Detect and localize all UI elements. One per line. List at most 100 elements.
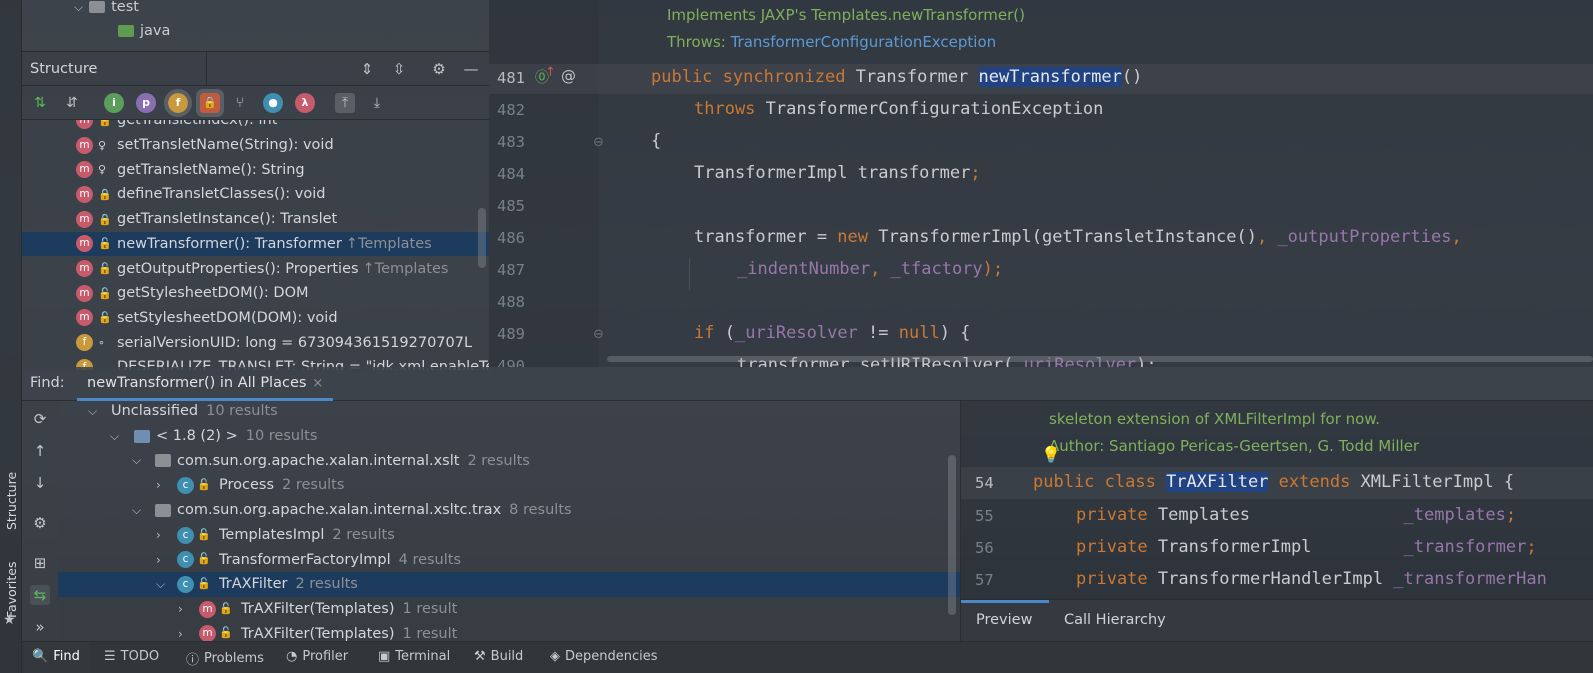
folder-icon: [89, 1, 106, 13]
result-count: 1 result: [402, 625, 458, 641]
method-icon: m: [76, 210, 93, 228]
code-editor[interactable]: Implements JAXP's Templates.newTransform…: [489, 0, 1593, 367]
tree-row[interactable]: ⌵ com.sun.org.apache.xalan.internal.xslt…: [58, 498, 960, 523]
code-line-482: throws TransformerConfigurationException: [694, 99, 1104, 119]
method-icon: m: [76, 185, 93, 203]
gear-icon[interactable]: ⚙: [430, 60, 448, 78]
tree-row[interactable]: ⌵ < 1.8 (2) > 10 results: [58, 424, 960, 449]
public-visibility-icon: 🔓: [98, 120, 112, 127]
private-visibility-icon: 🔒: [98, 187, 112, 201]
list-item-selected[interactable]: m 🔓 newTransformer(): Transformer ↑Templa…: [22, 231, 489, 257]
chevron-down-icon: ⌵: [88, 403, 98, 418]
search-highlight: newTransformer: [978, 67, 1122, 87]
sort-visibility-icon[interactable]: ⇅: [30, 93, 50, 113]
lightbulb-icon[interactable]: 💡: [1041, 445, 1061, 464]
chevron-down-icon: ⌵: [156, 576, 166, 591]
chevron-right-icon: ›: [178, 601, 183, 616]
bottom-tab-find[interactable]: 🔍 Find: [24, 642, 90, 673]
structure-side-tab[interactable]: Structure: [0, 440, 22, 530]
bottom-tab-todo[interactable]: ☰ TODO: [104, 649, 159, 664]
expand-all-icon[interactable]: ⇕: [358, 60, 376, 78]
arrow-down-icon[interactable]: ↓: [30, 473, 50, 493]
tree-row[interactable]: ⌵ com.sun.org.apache.xalan.internal.xslt…: [58, 448, 960, 473]
show-fields-icon[interactable]: f: [164, 89, 192, 117]
chevron-down-icon: ⌵: [132, 453, 142, 468]
tree-row-label: TrAXFilter(Templates): [241, 600, 395, 617]
hammer-icon: ⚒: [474, 649, 486, 664]
private-visibility-icon: 🔒: [98, 212, 112, 226]
profiler-icon: ◔: [286, 649, 298, 664]
show-properties-icon[interactable]: p: [136, 93, 156, 113]
tab-preview[interactable]: Preview: [976, 612, 1032, 628]
list-item[interactable]: m 🔓 getOutputProperties(): Properties ↑Te…: [22, 256, 489, 281]
list-item[interactable]: m 🔒 defineTransletClasses(): void: [22, 182, 489, 207]
bottom-tab-dependencies[interactable]: ◈ Dependencies: [550, 649, 658, 664]
list-item-label: defineTransletClasses(): void: [117, 186, 326, 203]
scrollbar[interactable]: [948, 455, 956, 615]
find-tab[interactable]: newTransformer() in All Places ×: [77, 367, 334, 401]
sort-alpha-icon[interactable]: ⇵: [62, 93, 82, 113]
tab-call-hierarchy[interactable]: Call Hierarchy: [1064, 612, 1166, 628]
navigate-to-source-icon[interactable]: ⇆: [30, 585, 50, 605]
line-number: 55: [975, 507, 994, 525]
tree-row[interactable]: ⌵ Unclassified 10 results: [58, 401, 960, 424]
bottom-tab-terminal[interactable]: ▣ Terminal: [378, 649, 450, 664]
tree-item-java[interactable]: java: [118, 19, 170, 43]
bottom-tab-profiler[interactable]: ◔ Profiler: [286, 649, 348, 664]
horizontal-scrollbar[interactable]: [607, 356, 1593, 362]
structure-list: m 🔓 getTransletIndex(): int m ♀ setTrans…: [22, 120, 489, 370]
collapse-all-icon[interactable]: ⇳: [390, 60, 408, 78]
code-line-481: public synchronized Transformer newTrans…: [651, 67, 1143, 87]
tree-row[interactable]: › m 🔓 TrAXFilter(Templates) 1 result: [58, 597, 960, 622]
scrollbar[interactable]: [478, 208, 486, 268]
close-icon[interactable]: ×: [312, 376, 323, 391]
tree-row[interactable]: › c 🔓 Process 2 results: [58, 473, 960, 498]
arrow-up-icon[interactable]: ↑: [30, 441, 50, 461]
favorites-side-tab[interactable]: Favorites: [0, 548, 22, 618]
show-inherited-icon[interactable]: i: [104, 93, 124, 113]
preview-line-55: private Templates _templates;: [1076, 505, 1517, 525]
tree-row[interactable]: › c 🔓 TemplatesImpl 2 results: [58, 523, 960, 548]
list-item[interactable]: m 🔓 getStylesheetDOM(): DOM: [22, 281, 489, 306]
list-item[interactable]: m 🔓 getTransletIndex(): int: [22, 120, 489, 133]
line-number: 490: [497, 357, 525, 367]
group-by-icon[interactable]: ⊞: [30, 553, 50, 573]
gear-icon[interactable]: ⚙: [30, 513, 50, 533]
list-item[interactable]: m ♀ setTransletName(String): void: [22, 133, 489, 158]
line-number: 56: [975, 539, 994, 557]
public-visibility-icon: 🔓: [197, 552, 211, 566]
show-lambdas-icon[interactable]: λ: [295, 93, 315, 113]
more-icon[interactable]: »: [30, 617, 50, 637]
list-item[interactable]: m 🔓 setStylesheetDOM(DOM): void: [22, 306, 489, 331]
show-non-public-icon[interactable]: 🔒: [196, 89, 224, 117]
tree-row[interactable]: › c 🔓 TransformerFactoryImpl 4 results: [58, 547, 960, 572]
public-visibility-icon: 🔓: [98, 311, 112, 325]
autoscroll-from-source-icon[interactable]: ⤓: [367, 93, 387, 113]
bottom-tab-problems[interactable]: ⓘ Problems: [186, 649, 264, 668]
tree-row-selected[interactable]: ⌵ c 🔓 TrAXFilter 2 results: [58, 571, 960, 597]
line-number: 489: [497, 325, 525, 343]
list-item[interactable]: m 🔒 getTransletInstance(): Translet: [22, 207, 489, 232]
list-item[interactable]: m ♀ getTransletName(): String: [22, 157, 489, 182]
minimize-icon[interactable]: —: [462, 60, 480, 78]
list-item-hint: ↑Templates: [362, 260, 449, 277]
tree-row[interactable]: › m 🔓 TrAXFilter(Templates) 1 result: [58, 621, 960, 641]
find-results-tree: ⌵ Unclassified 10 results ⌵ < 1.8 (2) > 10…: [58, 401, 960, 641]
fold-icon[interactable]: ⊖: [593, 327, 604, 342]
bottom-tab-build[interactable]: ⚒ Build: [474, 649, 523, 664]
tree-row-label: com.sun.org.apache.xalan.internal.xslt: [177, 452, 460, 469]
structure-panel: Structure ⇕ ⇳ ⚙ — ⇅ ⇵ i p f 🔒 ⑂ ● λ ⤒ ⤓ …: [22, 52, 489, 370]
list-item[interactable]: f ∘ serialVersionUID: long = 67309436151…: [22, 330, 489, 355]
rerun-icon[interactable]: ⟳: [30, 409, 50, 429]
javadoc-throws-link[interactable]: TransformerConfigurationException: [731, 33, 997, 51]
hierarchy-icon[interactable]: ⑂: [230, 93, 250, 113]
search-highlight: TrAXFilter: [1166, 472, 1269, 492]
list-item-label: getOutputProperties(): Properties: [117, 260, 359, 277]
tree-item-test[interactable]: ⌵ test: [74, 0, 139, 19]
line-number: 481: [497, 69, 525, 87]
public-visibility-icon: 🔓: [197, 576, 211, 590]
method-icon: m: [76, 284, 93, 302]
show-anonymous-icon[interactable]: ●: [263, 93, 283, 113]
autoscroll-to-source-icon[interactable]: ⤒: [335, 93, 355, 113]
fold-icon[interactable]: ⊖: [593, 135, 604, 150]
